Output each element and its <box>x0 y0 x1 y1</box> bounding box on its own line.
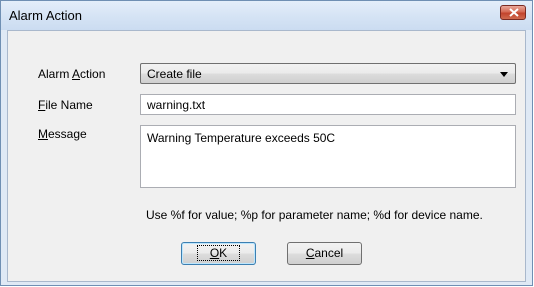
chevron-down-icon <box>500 72 508 77</box>
file-name-label: File Name <box>38 98 93 112</box>
close-button[interactable] <box>500 5 526 20</box>
alarm-action-select[interactable]: Create file <box>140 63 516 84</box>
dialog-window: Alarm Action Alarm Action Create file Fi… <box>0 0 533 286</box>
window-title: Alarm Action <box>9 8 82 23</box>
file-name-field[interactable]: warning.txt <box>140 94 516 115</box>
alarm-action-value: Create file <box>147 67 202 81</box>
message-label: Message <box>38 127 87 141</box>
placeholder-hint: Use %f for value; %p for parameter name;… <box>146 208 483 222</box>
cancel-button[interactable]: Cancel <box>287 242 362 265</box>
alarm-action-label: Alarm Action <box>38 67 106 81</box>
title-bar[interactable]: Alarm Action <box>1 1 532 30</box>
dialog-body: Alarm Action Create file File Name warni… <box>7 30 526 282</box>
cancel-button-label: Cancel <box>305 246 344 260</box>
ok-button-label: OK <box>196 245 241 261</box>
ok-button[interactable]: OK <box>181 242 256 265</box>
close-icon <box>509 8 519 17</box>
file-name-value: warning.txt <box>147 98 206 112</box>
message-value: Warning Temperature exceeds 50C <box>147 131 336 145</box>
message-field[interactable]: Warning Temperature exceeds 50C <box>140 125 516 188</box>
